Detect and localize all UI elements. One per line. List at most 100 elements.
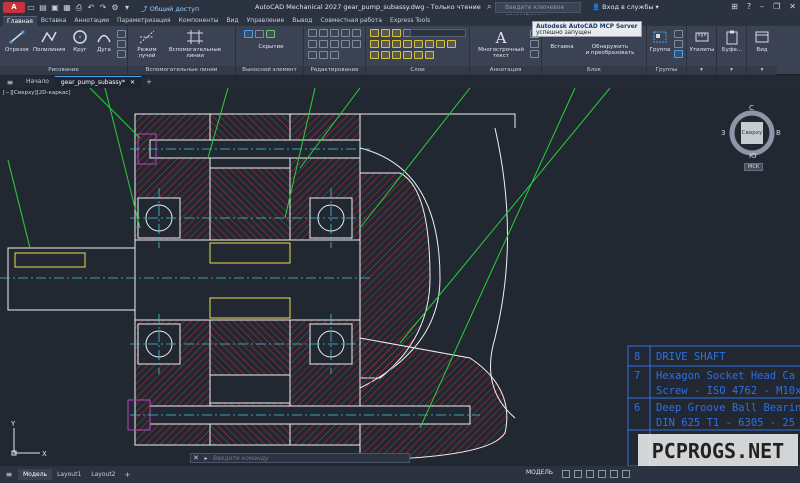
- model-space-indicator[interactable]: МОДЕЛЬ: [526, 469, 553, 476]
- undo-icon[interactable]: ↶: [85, 3, 97, 12]
- workspace-icon[interactable]: ⚙: [109, 3, 121, 12]
- redo-icon[interactable]: ↷: [97, 3, 109, 12]
- compass-east[interactable]: В: [776, 129, 781, 137]
- layer-previous-icon[interactable]: [425, 40, 434, 48]
- layer-dropdown[interactable]: [410, 29, 466, 37]
- join-icon[interactable]: [330, 51, 339, 59]
- insert-block-button[interactable]: Вставка: [546, 44, 578, 50]
- viewport-controls[interactable]: [−][Сверху][2D-каркас]: [3, 90, 71, 96]
- snap-icon[interactable]: [574, 470, 582, 478]
- block-panel-title[interactable]: Блок: [542, 66, 646, 75]
- layer-thaw-icon[interactable]: [381, 51, 390, 59]
- tab-components[interactable]: Компоненты: [175, 16, 223, 26]
- table-icon[interactable]: [530, 50, 539, 58]
- arc-button[interactable]: Дуга: [93, 29, 115, 53]
- layer-freeze-icon[interactable]: [392, 40, 401, 48]
- group-select-icon[interactable]: [674, 50, 683, 58]
- new-tab-button[interactable]: +: [141, 78, 157, 86]
- tab-parametric[interactable]: Параметризация: [113, 16, 175, 26]
- tab-output[interactable]: Вывод: [288, 16, 316, 26]
- add-layout-button[interactable]: +: [121, 471, 135, 479]
- draw-panel-title[interactable]: Рисование: [0, 66, 127, 75]
- command-close-icon[interactable]: ✕: [191, 454, 201, 462]
- tab-view[interactable]: Вид: [222, 16, 242, 26]
- construction-lines-panel-title[interactable]: Вспомогательные линии: [128, 66, 235, 75]
- region-icon[interactable]: [117, 50, 126, 58]
- detail-view-icon[interactable]: [244, 30, 253, 38]
- close-tab-icon[interactable]: ✕: [130, 79, 135, 86]
- tab-express-tools[interactable]: Express Tools: [386, 16, 434, 26]
- trim-icon[interactable]: [330, 29, 339, 37]
- share-button[interactable]: ⤴ Общий доступ: [141, 3, 199, 13]
- tab-manage[interactable]: Управление: [243, 16, 289, 26]
- view-panel-arrow[interactable]: ▾: [747, 66, 777, 75]
- hamburger-menu-icon[interactable]: ≡: [0, 78, 20, 87]
- close-icon[interactable]: ✕: [789, 2, 796, 11]
- utilities-panel-arrow[interactable]: ▾: [687, 66, 716, 75]
- layer-lock-icon[interactable]: [392, 29, 401, 37]
- layer-sun-icon[interactable]: [381, 29, 390, 37]
- erase-icon[interactable]: [341, 29, 350, 37]
- wcs-dropdown[interactable]: МСК: [744, 163, 764, 171]
- layer-bulb-icon[interactable]: [370, 29, 379, 37]
- array-icon[interactable]: [308, 51, 317, 59]
- dropdown-arrow-icon[interactable]: ▾: [121, 3, 133, 12]
- rectangle-icon[interactable]: [117, 30, 126, 38]
- group-edit-icon[interactable]: [674, 40, 683, 48]
- file-tab-start[interactable]: Начало: [20, 76, 55, 88]
- tab-insert[interactable]: Вставка: [37, 16, 70, 26]
- detail-scale-icon[interactable]: [266, 30, 275, 38]
- layer-copy-icon[interactable]: [414, 51, 423, 59]
- tab-collaborate[interactable]: Совместная работа: [316, 16, 386, 26]
- file-tab-current[interactable]: gear_pump_subassy* ✕: [54, 76, 142, 88]
- layer-unisolate-icon[interactable]: [370, 51, 379, 59]
- tab-home[interactable]: Главная: [3, 16, 37, 26]
- viewcube[interactable]: С Ю З В Сверху МСК: [721, 104, 781, 171]
- line-button[interactable]: Отрезок: [3, 29, 31, 53]
- open-folder-icon[interactable]: ▤: [37, 3, 49, 12]
- sign-in-button[interactable]: 👤 Вход в службы ▾: [592, 3, 659, 11]
- circle-button[interactable]: Круг: [68, 29, 92, 53]
- command-prompt-icon[interactable]: ▸: [201, 455, 211, 462]
- tab-layout2[interactable]: Layout2: [86, 469, 120, 480]
- detail-frame-icon[interactable]: [255, 30, 264, 38]
- scale-icon[interactable]: [352, 40, 361, 48]
- layer-off-icon[interactable]: [403, 40, 412, 48]
- group-button[interactable]: Группа: [649, 29, 671, 53]
- groups-panel-title[interactable]: Группы: [647, 66, 686, 75]
- ortho-icon[interactable]: [586, 470, 594, 478]
- layout-menu-icon[interactable]: ≡: [0, 470, 18, 479]
- construction-lines-button[interactable]: Вспомогательные линии: [162, 29, 228, 59]
- layer-walk-icon[interactable]: [436, 40, 445, 48]
- copy-icon[interactable]: [352, 29, 361, 37]
- app-logo-button[interactable]: A: [3, 2, 25, 13]
- view-button[interactable]: Вид: [748, 29, 776, 53]
- layer-on-icon[interactable]: [392, 51, 401, 59]
- polyline-button[interactable]: Полилиния: [33, 29, 65, 53]
- new-file-icon[interactable]: ▭: [25, 3, 37, 12]
- compass-south[interactable]: Ю: [749, 152, 757, 160]
- tab-layout1[interactable]: Layout1: [52, 469, 86, 480]
- viewcube-top-face[interactable]: Сверху: [741, 122, 763, 144]
- modify-panel-title[interactable]: Редактирование: [304, 66, 365, 75]
- detail-panel-title[interactable]: Выносной элемент: [236, 66, 303, 75]
- clipboard-button[interactable]: Буфе...: [718, 29, 746, 53]
- tab-model[interactable]: Модель: [18, 469, 53, 480]
- explode-icon[interactable]: [330, 40, 339, 48]
- cart-icon[interactable]: ⊞: [731, 2, 738, 11]
- move-icon[interactable]: [308, 29, 317, 37]
- search-input[interactable]: Введите ключевое слово/фразу: [487, 2, 581, 20]
- polar-icon[interactable]: [598, 470, 606, 478]
- tab-annotate[interactable]: Аннотации: [70, 16, 113, 26]
- rotate-icon[interactable]: [319, 29, 328, 37]
- print-icon[interactable]: ⎙: [73, 3, 85, 13]
- layer-isolate-icon[interactable]: [381, 40, 390, 48]
- ungroup-icon[interactable]: [674, 30, 683, 38]
- hide-button[interactable]: Скрытие: [246, 44, 296, 50]
- multiline-text-button[interactable]: A Многострочный текст: [474, 29, 528, 59]
- save-icon[interactable]: ▣: [49, 3, 61, 12]
- layers-panel-title[interactable]: Слои: [366, 66, 469, 75]
- leader-icon[interactable]: [530, 40, 539, 48]
- compass-west[interactable]: З: [721, 129, 726, 137]
- osnap-icon[interactable]: [610, 470, 618, 478]
